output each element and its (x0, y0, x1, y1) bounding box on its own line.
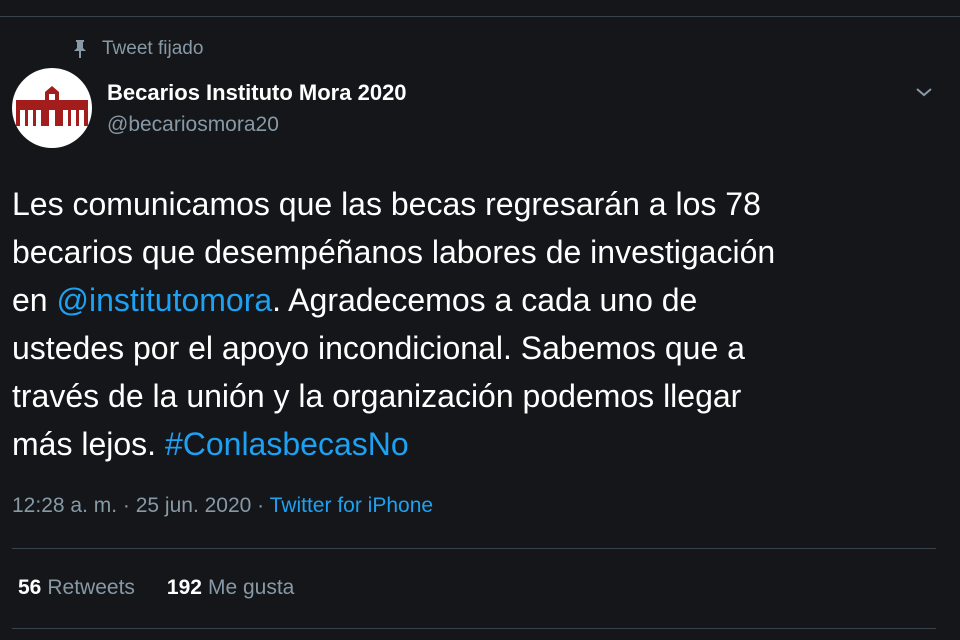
tweet-text-segment: en (12, 282, 57, 318)
likes-label: Me gusta (207, 576, 295, 599)
tweet-text-segment: más lejos. (12, 426, 165, 462)
author-display-name[interactable]: Becarios Instituto Mora 2020 (107, 80, 407, 106)
tweet-time[interactable]: 12:28 a. m. (12, 494, 117, 517)
tweet-line: través de la unión y la organización pod… (12, 372, 912, 420)
pin-icon (72, 39, 88, 59)
tweet-text-segment: ustedes por el apoyo incondicional. Sabe… (12, 330, 745, 366)
tweet-line: en @institutomora. Agradecemos a cada un… (12, 276, 912, 324)
tweet-text-segment: . Agradecemos a cada uno de (272, 282, 698, 318)
tweet-date[interactable]: 25 jun. 2020 (136, 494, 252, 517)
likes-count: 192 (166, 576, 202, 599)
tweet-line: Les comunicamos que las becas regresarán… (12, 180, 912, 228)
divider (12, 548, 936, 549)
tweet-metadata: 12:28 a. m. · 25 jun. 2020 · Twitter for… (12, 494, 433, 518)
meta-separator: · (117, 494, 136, 517)
meta-separator: · (251, 494, 270, 517)
top-border (0, 16, 960, 17)
tweet-text-segment: Les comunicamos que las becas regresarán… (12, 186, 761, 222)
institution-building-logo-icon (15, 85, 89, 131)
avatar[interactable] (12, 68, 92, 148)
tweet-line: más lejos. #ConlasbecasNo (12, 420, 912, 468)
tweet-source-link[interactable]: Twitter for iPhone (270, 494, 433, 517)
tweet-line: ustedes por el apoyo incondicional. Sabe… (12, 324, 912, 372)
tweet-text: Les comunicamos que las becas regresarán… (12, 180, 912, 468)
chevron-down-icon[interactable] (910, 78, 938, 106)
hashtag-link[interactable]: #ConlasbecasNo (165, 426, 409, 462)
pinned-indicator: Tweet fijado (72, 38, 203, 60)
tweet-text-segment: becarios que desempéñanos labores de inv… (12, 234, 776, 270)
tweet-line: becarios que desempéñanos labores de inv… (12, 228, 912, 276)
tweet-text-segment: través de la unión y la organización pod… (12, 378, 742, 414)
engagement-stats: 56 Retweets 192 Me gusta (18, 576, 294, 600)
mention-link[interactable]: @institutomora (56, 282, 272, 318)
pinned-label: Tweet fijado (102, 38, 204, 59)
retweets-stat[interactable]: 56 Retweets (18, 576, 135, 600)
retweets-label: Retweets (47, 576, 135, 599)
author-handle[interactable]: @becariosmora20 (107, 113, 279, 137)
likes-stat[interactable]: 192 Me gusta (167, 576, 294, 600)
retweets-count: 56 (18, 576, 42, 599)
divider (12, 628, 936, 629)
